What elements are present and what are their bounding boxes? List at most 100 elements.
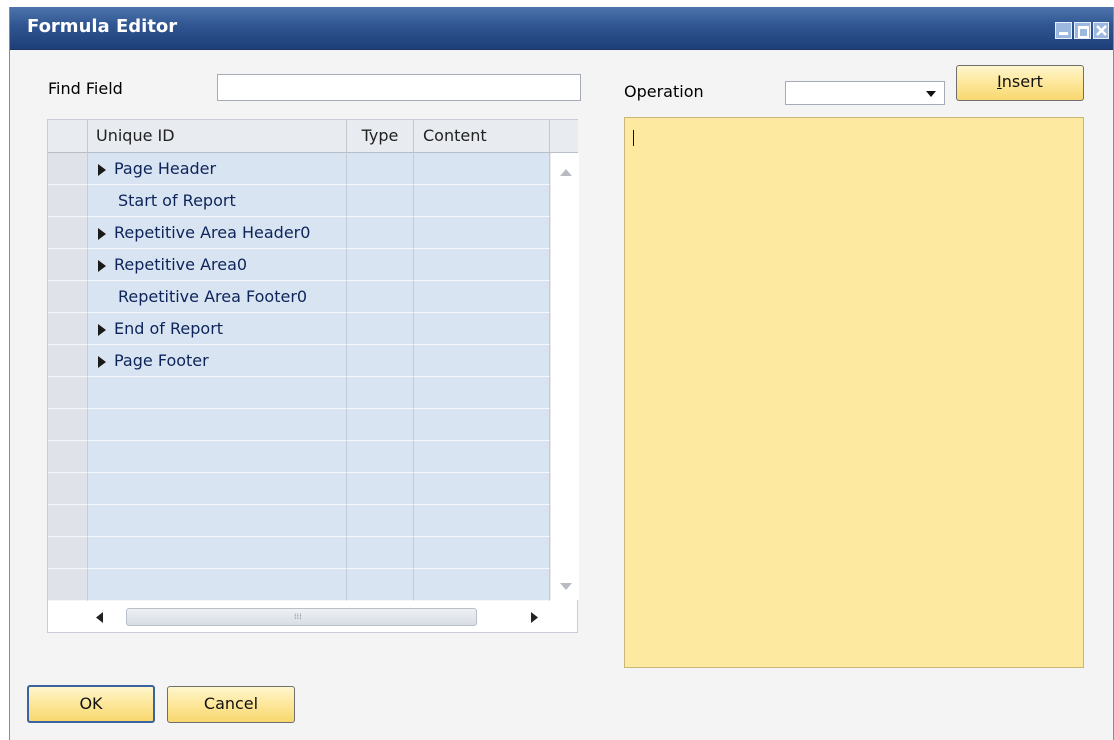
row-label: End of Report bbox=[114, 319, 224, 338]
cell-unique-id[interactable]: Page Header bbox=[88, 153, 347, 185]
row-label: Repetitive Area Footer0 bbox=[118, 287, 308, 306]
scroll-down-icon[interactable] bbox=[560, 583, 572, 590]
cell-unique-id[interactable]: Repetitive Area0 bbox=[88, 249, 347, 281]
column-header-unique-id[interactable]: Unique ID bbox=[88, 120, 347, 153]
cell-type[interactable] bbox=[347, 409, 414, 441]
close-icon[interactable] bbox=[1093, 22, 1109, 39]
cancel-button[interactable]: Cancel bbox=[167, 686, 295, 723]
cell-unique-id[interactable] bbox=[88, 505, 347, 537]
cell-unique-id[interactable] bbox=[88, 409, 347, 441]
text-cursor bbox=[633, 130, 634, 146]
cell-type[interactable] bbox=[347, 537, 414, 569]
formula-editor-window: Formula Editor Find Field Unique ID Type… bbox=[9, 7, 1114, 740]
expand-arrow-icon[interactable] bbox=[98, 259, 106, 272]
operation-label: Operation bbox=[624, 82, 704, 101]
cell-content[interactable] bbox=[414, 313, 550, 345]
cell-unique-id[interactable] bbox=[88, 569, 347, 601]
window-title: Formula Editor bbox=[27, 16, 178, 37]
row-header[interactable] bbox=[48, 153, 88, 185]
cell-content[interactable] bbox=[414, 441, 550, 473]
cell-content[interactable] bbox=[414, 249, 550, 281]
cell-content[interactable] bbox=[414, 473, 550, 505]
expand-arrow-icon[interactable] bbox=[98, 323, 106, 336]
expand-arrow-icon[interactable] bbox=[98, 355, 106, 368]
grid-header-filler bbox=[550, 120, 578, 153]
fields-grid: Unique ID Type Content Page Header Start … bbox=[47, 119, 579, 633]
minimize-icon[interactable] bbox=[1055, 22, 1072, 39]
cell-content[interactable] bbox=[414, 377, 550, 409]
row-header[interactable] bbox=[48, 345, 88, 377]
cell-type[interactable] bbox=[347, 505, 414, 537]
cell-content[interactable] bbox=[414, 537, 550, 569]
cell-type[interactable] bbox=[347, 441, 414, 473]
column-header-type[interactable]: Type bbox=[347, 120, 414, 153]
row-header[interactable] bbox=[48, 217, 88, 249]
cell-type[interactable] bbox=[347, 217, 414, 249]
cell-type[interactable] bbox=[347, 185, 414, 217]
cell-content[interactable] bbox=[414, 409, 550, 441]
cell-content[interactable] bbox=[414, 185, 550, 217]
insert-button-label: nsert bbox=[1001, 72, 1043, 91]
row-label: Page Header bbox=[114, 159, 217, 178]
cell-unique-id[interactable]: End of Report bbox=[88, 313, 347, 345]
cell-content[interactable] bbox=[414, 153, 550, 185]
cell-unique-id[interactable]: Page Footer bbox=[88, 345, 347, 377]
cell-content[interactable] bbox=[414, 217, 550, 249]
row-label: Repetitive Area0 bbox=[114, 255, 248, 274]
row-header[interactable] bbox=[48, 505, 88, 537]
cancel-button-label: Cancel bbox=[203, 694, 259, 713]
row-header[interactable] bbox=[48, 249, 88, 281]
column-header-content[interactable]: Content bbox=[414, 120, 550, 153]
horizontal-scrollbar[interactable]: ⁞⁞⁞ bbox=[89, 602, 549, 632]
expand-arrow-icon[interactable] bbox=[98, 163, 106, 176]
insert-button[interactable]: Insert bbox=[956, 65, 1084, 101]
cell-type[interactable] bbox=[347, 281, 414, 313]
row-header[interactable] bbox=[48, 313, 88, 345]
ok-button-label: OK bbox=[79, 694, 103, 713]
horizontal-scroll-thumb[interactable]: ⁞⁞⁞ bbox=[126, 608, 477, 626]
title-bar[interactable]: Formula Editor bbox=[10, 7, 1113, 50]
expand-arrow-icon[interactable] bbox=[98, 227, 106, 240]
row-label: Start of Report bbox=[118, 191, 236, 210]
row-header[interactable] bbox=[48, 537, 88, 569]
scroll-up-icon[interactable] bbox=[560, 169, 572, 176]
operation-dropdown[interactable] bbox=[785, 81, 945, 105]
row-header[interactable] bbox=[48, 569, 88, 601]
find-field-label: Find Field bbox=[48, 79, 123, 98]
cell-type[interactable] bbox=[347, 377, 414, 409]
scroll-right-icon[interactable] bbox=[531, 612, 538, 623]
cell-unique-id[interactable] bbox=[88, 377, 347, 409]
cell-content[interactable] bbox=[414, 281, 550, 313]
cell-unique-id[interactable] bbox=[88, 441, 347, 473]
grid-corner-header bbox=[48, 120, 88, 153]
cell-content[interactable] bbox=[414, 345, 550, 377]
row-header[interactable] bbox=[48, 377, 88, 409]
row-header[interactable] bbox=[48, 441, 88, 473]
row-header[interactable] bbox=[48, 409, 88, 441]
row-header[interactable] bbox=[48, 473, 88, 505]
row-label: Page Footer bbox=[114, 351, 209, 370]
cell-unique-id[interactable]: Start of Report bbox=[88, 185, 347, 217]
cell-type[interactable] bbox=[347, 569, 414, 601]
row-header[interactable] bbox=[48, 185, 88, 217]
cell-type[interactable] bbox=[347, 153, 414, 185]
formula-text-editor[interactable] bbox=[624, 117, 1084, 668]
ok-button[interactable]: OK bbox=[27, 685, 155, 723]
find-field-input[interactable] bbox=[217, 74, 581, 101]
cell-type[interactable] bbox=[347, 473, 414, 505]
scroll-left-icon[interactable] bbox=[96, 612, 103, 623]
vertical-scrollbar[interactable] bbox=[550, 153, 579, 600]
row-header[interactable] bbox=[48, 281, 88, 313]
cell-unique-id[interactable]: Repetitive Area Footer0 bbox=[88, 281, 347, 313]
maximize-icon[interactable] bbox=[1074, 22, 1091, 39]
cell-content[interactable] bbox=[414, 505, 550, 537]
cell-content[interactable] bbox=[414, 569, 550, 601]
cell-type[interactable] bbox=[347, 249, 414, 281]
grip-icon: ⁞⁞⁞ bbox=[294, 612, 302, 621]
row-label: Repetitive Area Header0 bbox=[114, 223, 311, 242]
cell-unique-id[interactable]: Repetitive Area Header0 bbox=[88, 217, 347, 249]
cell-unique-id[interactable] bbox=[88, 473, 347, 505]
cell-unique-id[interactable] bbox=[88, 537, 347, 569]
cell-type[interactable] bbox=[347, 345, 414, 377]
cell-type[interactable] bbox=[347, 313, 414, 345]
